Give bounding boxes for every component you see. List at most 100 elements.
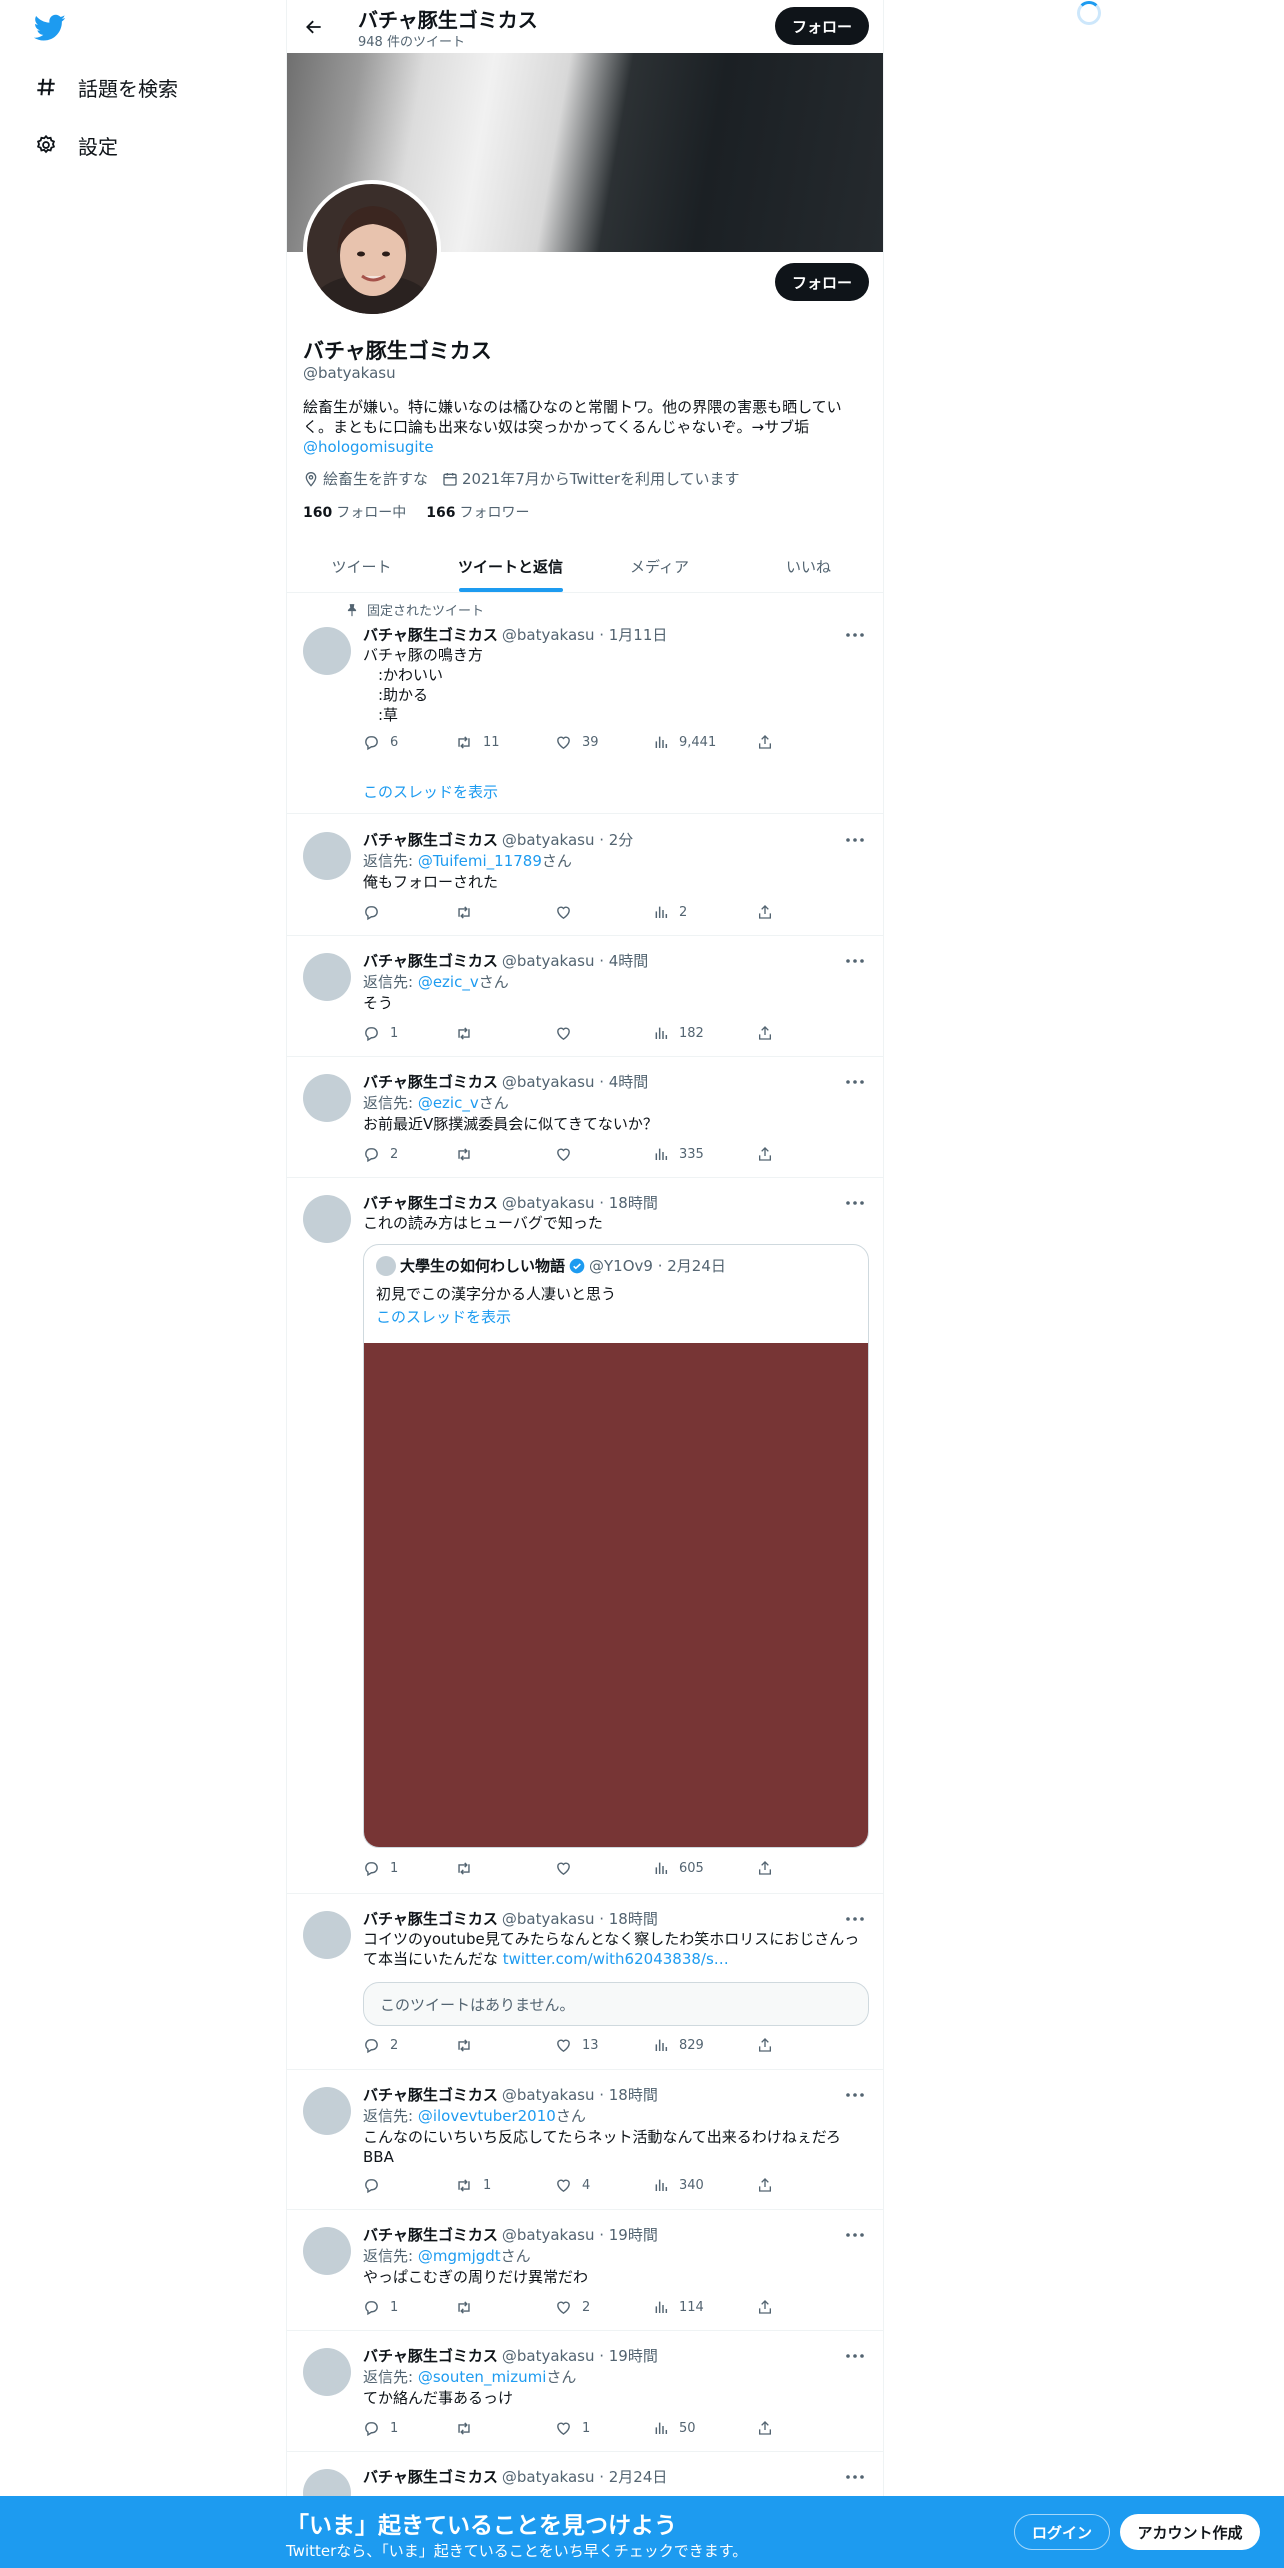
retweet-button[interactable] (455, 904, 483, 921)
reply-button[interactable] (363, 904, 390, 921)
tweet-avatar[interactable] (303, 627, 351, 675)
share-button[interactable] (757, 1860, 783, 1876)
login-button[interactable]: ログイン (1014, 2514, 1110, 2550)
tweet[interactable]: バチャ豚生ゴミカス @batyakasu · 4時間 返信先: @ezic_vさんお… (287, 1057, 883, 1178)
retweet-button[interactable] (455, 2037, 483, 2054)
like-button[interactable]: 2 (555, 2299, 590, 2316)
views-button[interactable]: 182 (653, 1025, 704, 1041)
tweet-author-name[interactable]: バチャ豚生ゴミカス (363, 2084, 498, 2105)
tab-media[interactable]: メディア (585, 540, 734, 592)
reply-button[interactable]: 1 (363, 2299, 398, 2316)
nav-settings[interactable]: 設定 (34, 125, 118, 165)
tweet[interactable]: 固定されたツイート バチャ豚生ゴミカス @batyakasu · 1月11日 バチャ豚… (287, 595, 883, 814)
tweet-author-name[interactable]: バチャ豚生ゴミカス (363, 950, 498, 971)
back-arrow-icon[interactable] (301, 14, 327, 40)
share-button[interactable] (757, 1146, 783, 1162)
profile-follow-button[interactable]: フォロー (775, 263, 869, 301)
like-button[interactable] (555, 1025, 582, 1042)
reply-button[interactable]: 1 (363, 2420, 398, 2437)
tweet-handle-time[interactable]: @batyakasu · 18時間 (502, 1908, 658, 1929)
reply-button[interactable]: 2 (363, 2037, 398, 2054)
tweet-avatar[interactable] (303, 2348, 351, 2396)
more-options-icon[interactable] (843, 831, 867, 849)
followers-link[interactable]: 166 フォロワー (426, 502, 529, 522)
reply-to-link[interactable]: @ilovevtuber2010 (418, 2107, 556, 2125)
tweet-handle-time[interactable]: @batyakasu · 4時間 (502, 950, 648, 971)
reply-to-link[interactable]: @ezic_v (418, 973, 479, 991)
share-button[interactable] (757, 2037, 783, 2053)
more-options-icon[interactable] (843, 1194, 867, 1212)
tab-tweets[interactable]: ツイート (287, 540, 436, 592)
views-button[interactable]: 2 (653, 904, 687, 920)
views-button[interactable]: 114 (653, 2299, 704, 2315)
more-options-icon[interactable] (843, 2086, 867, 2104)
quote-show-thread-link[interactable]: このスレッドを表示 (376, 1306, 511, 1327)
tweet-author-name[interactable]: バチャ豚生ゴミカス (363, 2466, 498, 2487)
tab-likes[interactable]: いいね (734, 540, 883, 592)
following-link[interactable]: 160 フォロー中 (303, 502, 406, 522)
share-button[interactable] (757, 1025, 783, 1041)
views-button[interactable]: 340 (653, 2177, 704, 2193)
tweet-avatar[interactable] (303, 832, 351, 880)
views-button[interactable]: 829 (653, 2037, 704, 2053)
share-button[interactable] (757, 2177, 783, 2193)
tweet-handle-time[interactable]: @batyakasu · 2月24日 (502, 2466, 668, 2487)
quote-media-image[interactable] (364, 1343, 868, 1847)
tweet-handle-time[interactable]: @batyakasu · 19時間 (502, 2345, 658, 2366)
quoted-tweet[interactable]: 大學生の如何わしい物語 @Y1Ov9 · 2月24日 初見でこの漢字分かる人凄いと思… (363, 1244, 869, 1848)
show-thread-link[interactable]: このスレッドを表示 (363, 781, 498, 802)
reply-button[interactable]: 6 (363, 734, 398, 751)
twitter-logo-icon[interactable] (33, 14, 66, 42)
tweet[interactable]: バチャ豚生ゴミカス @batyakasu · 18時間 返信先: @ilovevtu… (287, 2070, 883, 2210)
header-follow-button[interactable]: フォロー (775, 7, 869, 45)
tweet-handle-time[interactable]: @batyakasu · 19時間 (502, 2224, 658, 2245)
views-button[interactable]: 335 (653, 1146, 704, 1162)
nav-explore[interactable]: 話題を検索 (34, 67, 178, 107)
tweet-author-name[interactable]: バチャ豚生ゴミカス (363, 1192, 498, 1213)
reply-to-link[interactable]: @Tuifemi_11789 (418, 852, 542, 870)
retweet-button[interactable] (455, 1860, 483, 1877)
tweet-avatar[interactable] (303, 1074, 351, 1122)
reply-button[interactable]: 1 (363, 1860, 398, 1877)
tweet-author-name[interactable]: バチャ豚生ゴミカス (363, 2224, 498, 2245)
like-button[interactable] (555, 1860, 582, 1877)
tweet[interactable]: バチャ豚生ゴミカス @batyakasu · 4時間 返信先: @ezic_vさんそ… (287, 936, 883, 1057)
views-button[interactable]: 50 (653, 2420, 696, 2436)
like-button[interactable] (555, 904, 582, 921)
like-button[interactable]: 4 (555, 2177, 590, 2194)
more-options-icon[interactable] (843, 2468, 867, 2486)
retweet-button[interactable] (455, 2420, 483, 2437)
reply-button[interactable]: 1 (363, 1025, 398, 1042)
tweet-handle-time[interactable]: @batyakasu · 18時間 (502, 2084, 658, 2105)
tweet[interactable]: バチャ豚生ゴミカス @batyakasu · 19時間 返信先: @souten_m… (287, 2331, 883, 2452)
retweet-button[interactable] (455, 1025, 483, 1042)
more-options-icon[interactable] (843, 2226, 867, 2244)
profile-avatar[interactable] (303, 180, 441, 318)
tweet-avatar[interactable] (303, 1195, 351, 1243)
reply-to-link[interactable]: @souten_mizumi (418, 2368, 547, 2386)
tweet-avatar[interactable] (303, 1911, 351, 1959)
reply-button[interactable]: 2 (363, 1146, 398, 1163)
tweet[interactable]: バチャ豚生ゴミカス @batyakasu · 19時間 返信先: @mgmjgdtさ… (287, 2210, 883, 2331)
signup-button[interactable]: アカウント作成 (1120, 2514, 1260, 2550)
tweet-author-name[interactable]: バチャ豚生ゴミカス (363, 1071, 498, 1092)
more-options-icon[interactable] (843, 626, 867, 644)
like-button[interactable]: 13 (555, 2037, 599, 2054)
tweet-handle-time[interactable]: @batyakasu · 4時間 (502, 1071, 648, 1092)
share-button[interactable] (757, 904, 783, 920)
tweet[interactable]: バチャ豚生ゴミカス @batyakasu · 2分 返信先: @Tuifemi_11… (287, 815, 883, 936)
retweet-button[interactable] (455, 2299, 483, 2316)
tweet-author-name[interactable]: バチャ豚生ゴミカス (363, 1908, 498, 1929)
tweet[interactable]: バチャ豚生ゴミカス @batyakasu · 18時間 コイツのyoutube見てみ… (287, 1894, 883, 2070)
retweet-button[interactable]: 11 (455, 734, 500, 751)
share-button[interactable] (757, 734, 783, 750)
tweet-avatar[interactable] (303, 2227, 351, 2275)
views-button[interactable]: 605 (653, 1860, 704, 1876)
tweet-handle-time[interactable]: @batyakasu · 18時間 (502, 1192, 658, 1213)
like-button[interactable]: 39 (555, 734, 599, 751)
retweet-button[interactable]: 1 (455, 2177, 491, 2194)
tweet-handle-time[interactable]: @batyakasu · 1月11日 (502, 624, 668, 645)
tweet-avatar[interactable] (303, 953, 351, 1001)
more-options-icon[interactable] (843, 1910, 867, 1928)
share-button[interactable] (757, 2420, 783, 2436)
